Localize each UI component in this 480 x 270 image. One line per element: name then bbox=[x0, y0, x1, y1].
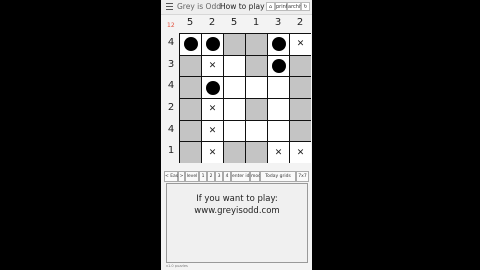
column-clue: 5 bbox=[186, 17, 194, 28]
dot-marker bbox=[183, 37, 198, 52]
info-line-1: If you want to play: bbox=[196, 194, 278, 204]
grid-cell[interactable] bbox=[246, 120, 267, 142]
menu-icon[interactable] bbox=[166, 3, 173, 10]
cross-marker: ✕ bbox=[208, 60, 217, 71]
print-button[interactable]: print bbox=[275, 2, 288, 11]
dot-marker bbox=[205, 80, 220, 95]
row-clue: 4 bbox=[167, 124, 175, 135]
info-box: If you want to play: www.greyisodd.com bbox=[166, 183, 308, 263]
move-counter: 12 bbox=[167, 22, 175, 29]
level-2-button[interactable]: 2 bbox=[207, 171, 215, 182]
phone-screen: Grey is Odd How to play ⌂ print archive … bbox=[161, 0, 312, 270]
top-bar: Grey is Odd How to play ⌂ print archive … bbox=[161, 0, 312, 15]
grid-cell[interactable] bbox=[202, 77, 223, 98]
row-clue: 3 bbox=[167, 59, 175, 70]
grid-cell[interactable] bbox=[246, 99, 267, 120]
grid-cell[interactable] bbox=[224, 34, 245, 55]
grid-cell[interactable] bbox=[268, 120, 289, 142]
column-clue: 1 bbox=[252, 17, 260, 28]
grid-cell[interactable] bbox=[290, 120, 311, 142]
footer-text: v1.0 puzzles bbox=[166, 264, 188, 268]
row-clue: 1 bbox=[167, 145, 175, 156]
grid-cell[interactable] bbox=[180, 55, 201, 77]
level-4-button[interactable]: 4 bbox=[223, 171, 231, 182]
grid-cell[interactable] bbox=[224, 55, 245, 77]
grid-cell[interactable] bbox=[268, 77, 289, 98]
next-button[interactable]: > bbox=[178, 171, 185, 182]
grid-cell[interactable]: ✕ bbox=[202, 99, 223, 120]
archive-button[interactable]: archive bbox=[287, 2, 306, 11]
grid-cell[interactable]: ✕ bbox=[268, 142, 289, 163]
cross-marker: ✕ bbox=[208, 147, 217, 158]
grid-cell[interactable] bbox=[224, 99, 245, 120]
dot-marker bbox=[271, 37, 286, 52]
grid-cell[interactable] bbox=[224, 142, 245, 163]
enter-id-button[interactable]: enter id bbox=[231, 171, 250, 182]
row-clue: 2 bbox=[167, 102, 175, 113]
grid-cell[interactable] bbox=[246, 77, 267, 98]
level-3-button[interactable]: 3 bbox=[215, 171, 223, 182]
grid-cell[interactable] bbox=[290, 99, 311, 120]
app-title: Grey is Odd bbox=[177, 2, 221, 11]
grid-cell[interactable] bbox=[246, 142, 267, 163]
refresh-icon[interactable]: ↻ bbox=[301, 2, 310, 11]
how-to-play-link[interactable]: How to play bbox=[220, 2, 265, 11]
grid-cell[interactable] bbox=[268, 34, 289, 55]
grid-cell[interactable] bbox=[290, 55, 311, 77]
grid-cell[interactable]: ✕ bbox=[202, 120, 223, 142]
grid-cell[interactable]: ✕ bbox=[290, 142, 311, 163]
grid-cell[interactable] bbox=[202, 34, 223, 55]
cross-marker: ✕ bbox=[274, 147, 283, 158]
home-icon[interactable]: ⌂ bbox=[266, 2, 275, 11]
grid-cell[interactable] bbox=[224, 120, 245, 142]
grid-cell[interactable]: ✕ bbox=[202, 55, 223, 77]
cross-marker: ✕ bbox=[296, 39, 305, 50]
grid-cell[interactable] bbox=[224, 77, 245, 98]
cross-marker: ✕ bbox=[296, 147, 305, 158]
grid-cell[interactable] bbox=[268, 99, 289, 120]
row-clue: 4 bbox=[167, 37, 175, 48]
previous-difficulty-button[interactable]: < Easy bbox=[164, 171, 181, 182]
grid-cell[interactable] bbox=[290, 77, 311, 98]
grid-cell[interactable] bbox=[180, 77, 201, 98]
row-clue: 4 bbox=[167, 80, 175, 91]
puzzle-grid: ✕ ✕ ✕ ✕ ✕ ✕ ✕ bbox=[179, 33, 311, 163]
grid-cell[interactable] bbox=[246, 34, 267, 55]
column-clue: 2 bbox=[208, 17, 216, 28]
dot-marker bbox=[271, 58, 286, 73]
grid-cell[interactable] bbox=[180, 99, 201, 120]
level-button[interactable]: level bbox=[185, 171, 199, 182]
website-link[interactable]: www.greyisodd.com bbox=[167, 205, 307, 217]
column-clue: 5 bbox=[230, 17, 238, 28]
grid-cell[interactable] bbox=[268, 55, 289, 77]
today-grids-button[interactable]: Today grids bbox=[260, 171, 296, 182]
cross-marker: ✕ bbox=[208, 104, 217, 115]
grid-cell[interactable]: ✕ bbox=[290, 34, 311, 55]
dot-marker bbox=[205, 37, 220, 52]
cross-marker: ✕ bbox=[208, 125, 217, 136]
grid-cell[interactable] bbox=[246, 55, 267, 77]
grid-cell[interactable] bbox=[180, 34, 201, 55]
grid-cell[interactable] bbox=[180, 120, 201, 142]
level-1-button[interactable]: 1 bbox=[199, 171, 207, 182]
mod-button[interactable]: mod bbox=[250, 171, 261, 182]
grid-cell[interactable]: ✕ bbox=[202, 142, 223, 163]
column-clue: 2 bbox=[296, 17, 304, 28]
grid-cell[interactable] bbox=[180, 142, 201, 163]
grid-size-button[interactable]: 7x7 bbox=[296, 171, 309, 182]
column-clue: 3 bbox=[274, 17, 282, 28]
